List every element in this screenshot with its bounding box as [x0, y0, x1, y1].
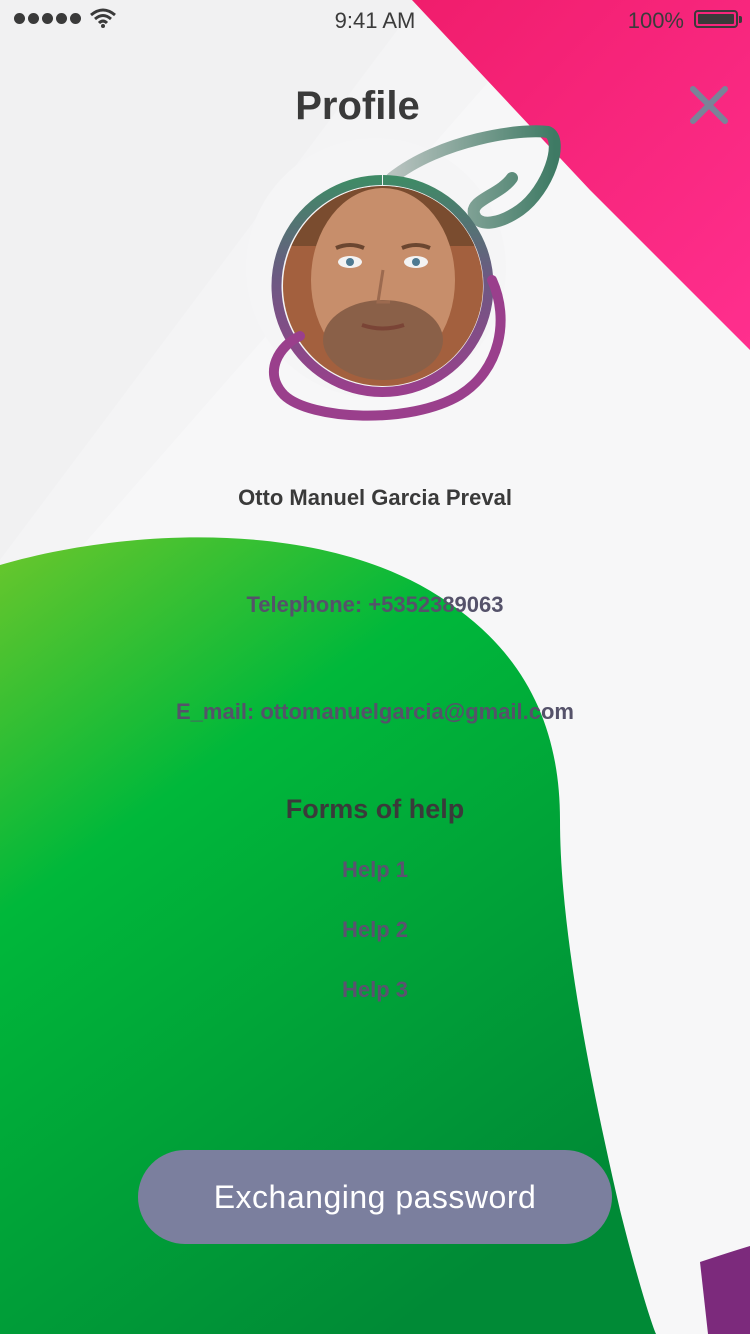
- profile-screen: 9:41 AM 100% Profile Otto Manuel Garcia …: [0, 0, 750, 1334]
- help-item-2[interactable]: Help 2: [0, 917, 750, 943]
- close-icon[interactable]: [686, 82, 732, 128]
- help-section-title: Forms of help: [285, 794, 465, 824]
- status-bar: 9:41 AM 100%: [0, 0, 750, 40]
- page-title: Profile: [295, 84, 420, 128]
- avatar-photo: [283, 186, 483, 386]
- battery-percentage: 100%: [627, 8, 684, 33]
- battery-icon: [694, 10, 742, 28]
- help-item-3[interactable]: Help 3: [0, 977, 750, 1003]
- profile-email: E_mail: ottomanuelgarcia@gmail.com: [176, 699, 574, 724]
- exchanging-password-button[interactable]: Exchanging password: [138, 1150, 612, 1244]
- purple-corner: [700, 1246, 750, 1334]
- profile-telephone: Telephone: +5352389063: [246, 592, 504, 617]
- profile-name: Otto Manuel Garcia Preval: [238, 485, 512, 510]
- background-shapes: [0, 0, 750, 1334]
- help-item-1[interactable]: Help 1: [0, 857, 750, 883]
